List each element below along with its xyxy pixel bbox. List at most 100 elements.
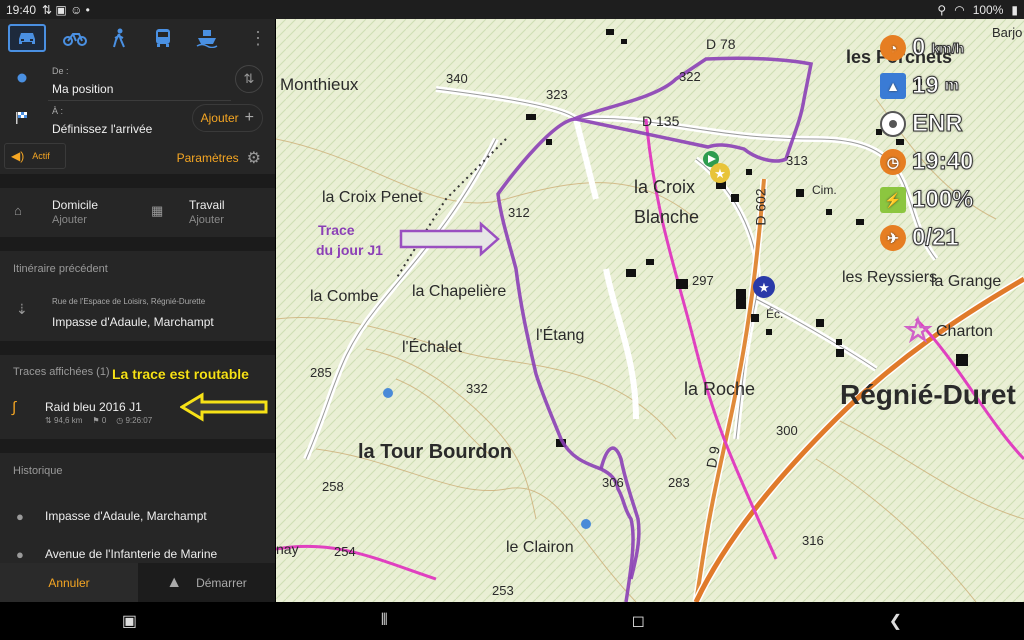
- waypoint-icon: ✈: [880, 225, 906, 251]
- map-label: 258: [322, 479, 344, 494]
- battery-charging-icon: ⚡: [880, 187, 906, 213]
- screenshot-icon[interactable]: ▣: [122, 611, 137, 631]
- back-icon[interactable]: ❮: [889, 611, 902, 631]
- battery-widget[interactable]: ⚡ 100%: [880, 181, 1000, 219]
- track-name: Raid bleu 2016 J1: [45, 400, 142, 414]
- waypoint-widget[interactable]: ✈ 0/21: [880, 219, 1000, 257]
- favorite-work-title: Travail: [189, 198, 225, 212]
- map-label: 340: [446, 71, 468, 86]
- add-destination-button[interactable]: Ajouter +: [191, 104, 263, 132]
- altitude-value: 19: [912, 72, 940, 100]
- active-bar: ◀) Actif Paramètres ⚙: [0, 140, 275, 174]
- map-label: 297: [692, 273, 714, 288]
- map-label: Blanche: [634, 207, 700, 227]
- callout-routable: La trace est routable: [112, 366, 249, 382]
- origin-dot-icon: [17, 73, 27, 83]
- route-from-field[interactable]: De : Ma position: [0, 61, 275, 103]
- map-label: la Chapelière: [412, 283, 507, 300]
- mode-bike-button[interactable]: [60, 24, 90, 52]
- from-label: De :: [52, 66, 69, 76]
- route-panel: ⋮ De : Ma position ⇅ À : Définissez l'ar…: [0, 19, 275, 602]
- track-duration-value: 9:26:07: [125, 416, 153, 425]
- map-label: nay: [276, 541, 299, 557]
- building-icon: ▦: [151, 203, 164, 218]
- battery-icon: ▮: [1011, 2, 1018, 17]
- map-label: D 602: [752, 188, 769, 226]
- svg-text:★: ★: [714, 167, 726, 182]
- recent-apps-icon[interactable]: ⦀: [381, 612, 388, 630]
- bus-icon: [156, 29, 170, 47]
- clock-value: 19:40: [911, 148, 974, 176]
- checkered-flag-icon: [16, 112, 27, 124]
- map-label: la Grange: [931, 273, 1002, 290]
- favorite-home[interactable]: ⌂ Domicile Ajouter: [0, 185, 138, 237]
- speed-widget[interactable]: ◔ 0 km/h: [880, 29, 1000, 67]
- route-icon: ⇣: [16, 301, 28, 317]
- track-distance: ⇅ 94,6 km: [45, 416, 83, 425]
- altitude-widget[interactable]: ▲ 19 m: [880, 67, 1000, 105]
- track-icon: ∫: [12, 399, 17, 416]
- divider: [0, 237, 275, 251]
- track-duration: ◷ 9:26:07: [116, 416, 153, 425]
- map-label: 332: [466, 381, 488, 396]
- swap-route-button[interactable]: ⇅: [235, 65, 263, 93]
- previous-route-name: Impasse d'Adaule, Marchampt: [52, 315, 214, 329]
- track-distance-value: 94,6 km: [53, 416, 83, 425]
- map-label: Monthieux: [280, 75, 359, 94]
- cancel-button[interactable]: Annuler: [0, 563, 138, 602]
- mode-bus-button[interactable]: [148, 24, 178, 52]
- location-icon: ⚲: [937, 2, 947, 17]
- settings-label: Paramètres: [176, 151, 239, 165]
- map-label: 316: [802, 533, 824, 548]
- map-label: 322: [679, 69, 701, 84]
- add-label: Ajouter: [200, 111, 239, 125]
- clock-widget[interactable]: ◷ 19:40: [880, 143, 1000, 181]
- map-label: 283: [668, 475, 690, 490]
- map-label: l'Étang: [536, 327, 585, 344]
- map-label: 306: [602, 475, 624, 490]
- cancel-label: Annuler: [48, 575, 90, 590]
- previous-route-address: Rue de l'Espace de Loisirs, Régnié-Duret…: [52, 297, 206, 306]
- map-label: 323: [546, 87, 568, 102]
- history-item[interactable]: ● Impasse d'Adaule, Marchampt: [0, 497, 275, 533]
- divider: [0, 439, 275, 453]
- tracks-title: Traces affichées (1): [13, 366, 110, 378]
- map-label: la Tour Bourdon: [358, 441, 513, 463]
- svg-text:☆: ☆: [904, 311, 933, 349]
- favorite-home-title: Domicile: [52, 198, 99, 212]
- map-label: l'Échalet: [402, 339, 462, 356]
- to-label: À :: [52, 106, 64, 116]
- plus-icon: +: [244, 109, 254, 126]
- map-label: les Reyssiers: [842, 269, 938, 286]
- mode-boat-button[interactable]: [192, 24, 222, 52]
- speed-value: 0: [911, 34, 926, 62]
- home-button-icon[interactable]: ◻: [632, 611, 645, 631]
- mode-walk-button[interactable]: [104, 24, 134, 52]
- more-options-icon[interactable]: ⋮: [249, 28, 267, 49]
- favorite-home-sub: Ajouter: [52, 214, 87, 226]
- record-widget[interactable]: ENR: [880, 105, 1000, 143]
- mode-car-button[interactable]: [8, 24, 46, 52]
- map-label: Charton: [936, 323, 993, 340]
- map-label: Éc.: [766, 307, 784, 321]
- favorite-work[interactable]: ▦ Travail Ajouter: [138, 185, 275, 237]
- map-view[interactable]: ★ ★ ☆ Monthieux les Forchets la Croix Pe…: [276, 19, 1024, 602]
- wifi-icon: ◠: [954, 2, 965, 17]
- transport-modes: ⋮: [0, 19, 275, 57]
- map-label: Cim.: [812, 183, 837, 197]
- start-button[interactable]: ▲ Démarrer: [138, 563, 275, 602]
- car-icon: [19, 33, 35, 44]
- speaker-icon: ◀): [11, 149, 25, 163]
- track-flags-value: 0: [101, 416, 107, 425]
- waypoint-value: 0/21: [912, 224, 960, 252]
- mountain-icon: ▲: [880, 73, 906, 99]
- settings-button[interactable]: Paramètres ⚙: [177, 148, 261, 168]
- voice-active-button[interactable]: ◀) Actif: [4, 143, 66, 169]
- status-battery: 100%: [972, 2, 1004, 17]
- system-nav-bar: ▣ ⦀ ◻ ❮: [0, 602, 1024, 640]
- gear-icon: ⚙: [246, 150, 261, 167]
- previous-route-item[interactable]: ⇣ Rue de l'Espace de Loisirs, Régnié-Dur…: [0, 289, 275, 341]
- speed-unit: km/h: [931, 40, 965, 57]
- callout-trace-line1: Trace: [318, 222, 355, 238]
- status-bar: 19:40 ⇅ ▣ ☺ • ⚲ ◠ 100% ▮: [0, 0, 1024, 19]
